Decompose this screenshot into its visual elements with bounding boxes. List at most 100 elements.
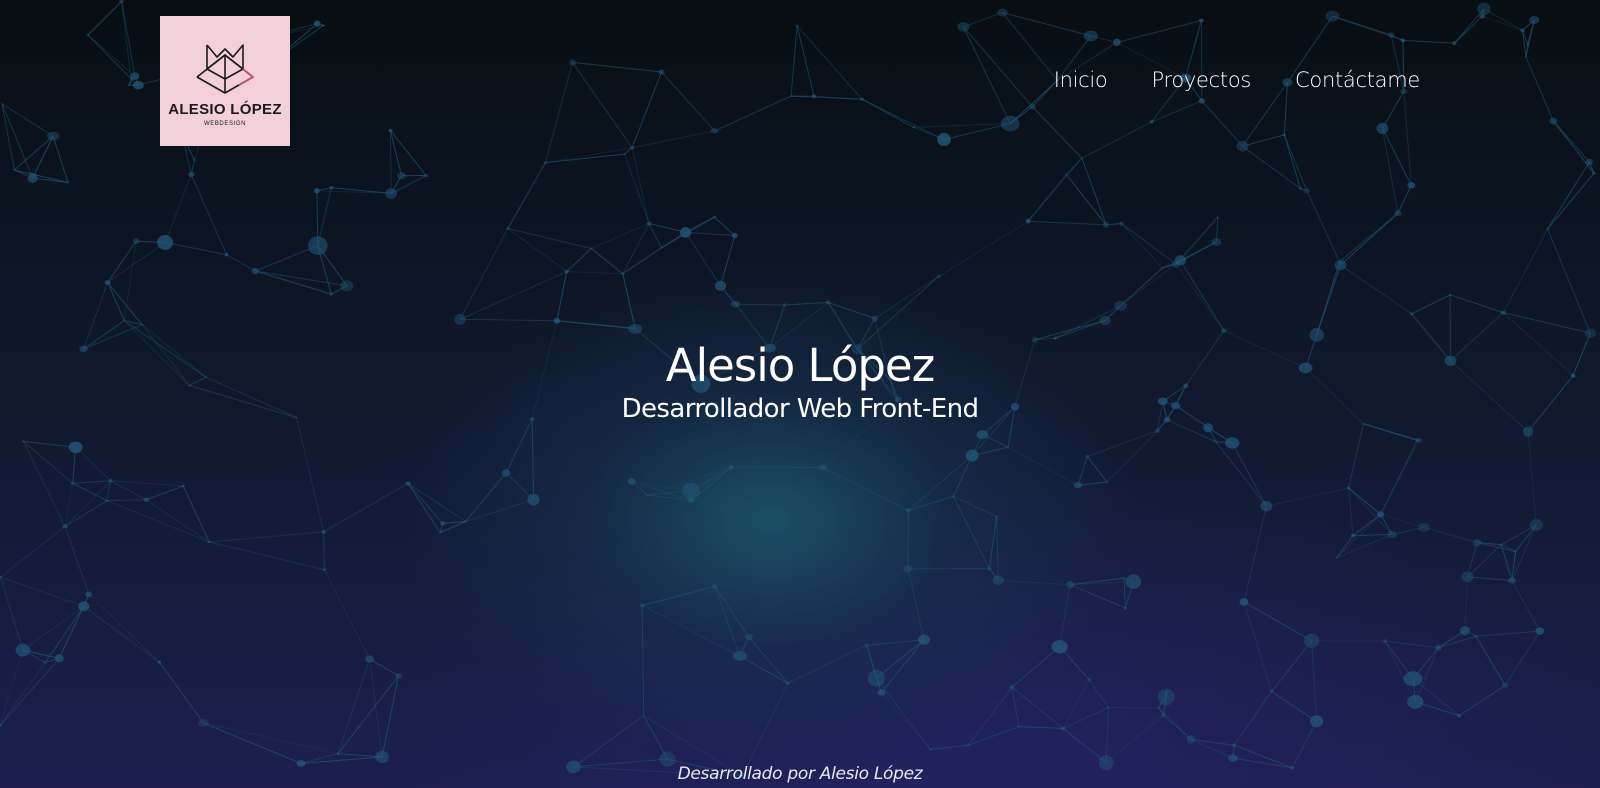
network-line <box>203 722 302 764</box>
network-node <box>1007 446 1010 449</box>
network-node <box>15 643 31 657</box>
network-node <box>1186 735 1196 744</box>
network-node <box>1198 98 1205 104</box>
nav-link-proyectos[interactable]: Proyectos <box>1152 68 1252 92</box>
network-line <box>1475 630 1540 637</box>
network-line <box>1158 707 1192 740</box>
network-line <box>748 636 789 684</box>
network-line <box>930 744 969 750</box>
network-line <box>1384 640 1439 649</box>
network-node <box>905 508 911 513</box>
network-line <box>713 216 736 236</box>
network-line <box>631 147 650 224</box>
network-node <box>1066 581 1075 589</box>
network-line <box>459 271 567 320</box>
network-node <box>132 238 140 245</box>
network-node <box>1477 2 1491 16</box>
network-node <box>1282 133 1286 137</box>
network-node <box>733 651 747 661</box>
network-line <box>1271 691 1317 722</box>
network-node <box>1409 312 1414 316</box>
network-node <box>454 313 466 326</box>
network-line <box>106 499 147 502</box>
network-line <box>1503 312 1591 334</box>
network-node <box>1025 218 1031 224</box>
network-line <box>1527 431 1537 525</box>
network-node <box>1449 294 1452 296</box>
network-line <box>590 248 624 275</box>
site-logo[interactable]: ALESIO LÓPEZ WEBDESIGN <box>160 16 290 146</box>
network-node <box>1452 41 1457 46</box>
network-line <box>23 440 76 448</box>
network-node <box>62 524 68 529</box>
network-line <box>22 605 85 651</box>
network-node <box>918 634 930 645</box>
network-line <box>1081 158 1107 226</box>
network-node <box>957 22 970 32</box>
network-line <box>908 495 954 511</box>
network-line <box>566 248 592 272</box>
network-node <box>1520 28 1525 33</box>
network-line <box>255 270 348 287</box>
network-node <box>1051 639 1068 654</box>
network-line <box>572 62 633 149</box>
network-node <box>818 464 827 471</box>
network-line <box>822 467 909 511</box>
network-node <box>70 481 75 486</box>
network-node <box>47 131 60 141</box>
network-line <box>1123 578 1126 609</box>
network-line <box>1363 423 1420 441</box>
nav-link-inicio[interactable]: Inicio <box>1054 68 1108 92</box>
network-line <box>720 235 736 286</box>
network-node <box>1461 571 1474 583</box>
network-line <box>1215 441 1267 507</box>
network-line <box>1453 8 1485 44</box>
network-line <box>1175 263 1225 331</box>
network-node <box>1310 715 1324 728</box>
network-line <box>1340 264 1412 315</box>
network-node <box>730 300 741 308</box>
network-node <box>1099 315 1111 326</box>
network-line <box>1062 707 1109 729</box>
network-node <box>795 24 800 28</box>
network-line <box>1121 223 1163 269</box>
network-node <box>181 484 185 488</box>
nav-link-contactame[interactable]: Contáctame <box>1295 68 1420 92</box>
network-node <box>965 449 979 462</box>
network-line <box>1283 134 1302 189</box>
network-line <box>1201 100 1243 147</box>
network-node <box>1214 440 1218 443</box>
network-node <box>658 69 665 75</box>
network-node <box>543 161 547 165</box>
network-node <box>251 267 259 275</box>
network-node <box>786 681 790 685</box>
network-node <box>1407 182 1416 189</box>
network-line <box>1402 39 1455 44</box>
network-line <box>988 516 998 569</box>
network-node <box>192 158 197 162</box>
network-line <box>1233 691 1272 746</box>
network-line <box>1105 707 1110 763</box>
network-line <box>907 568 925 640</box>
network-line <box>255 270 332 295</box>
network-line <box>876 639 925 679</box>
network-node <box>1403 671 1423 687</box>
network-line <box>1121 223 1177 265</box>
network-node <box>27 173 38 183</box>
network-line <box>952 455 973 497</box>
network-line <box>641 605 645 716</box>
network-node <box>527 493 540 506</box>
network-node <box>1376 511 1385 518</box>
network-node <box>628 478 636 486</box>
network-node <box>871 315 878 322</box>
network-node <box>1535 627 1545 635</box>
network-line <box>714 95 792 132</box>
network-line <box>1423 526 1478 544</box>
network-line <box>998 579 1071 586</box>
network-line <box>1381 91 1405 129</box>
network-line <box>907 510 909 569</box>
logo-title: ALESIO LÓPEZ <box>168 101 282 118</box>
network-line <box>784 301 829 306</box>
network-line <box>1336 514 1381 559</box>
network-line <box>107 240 137 283</box>
